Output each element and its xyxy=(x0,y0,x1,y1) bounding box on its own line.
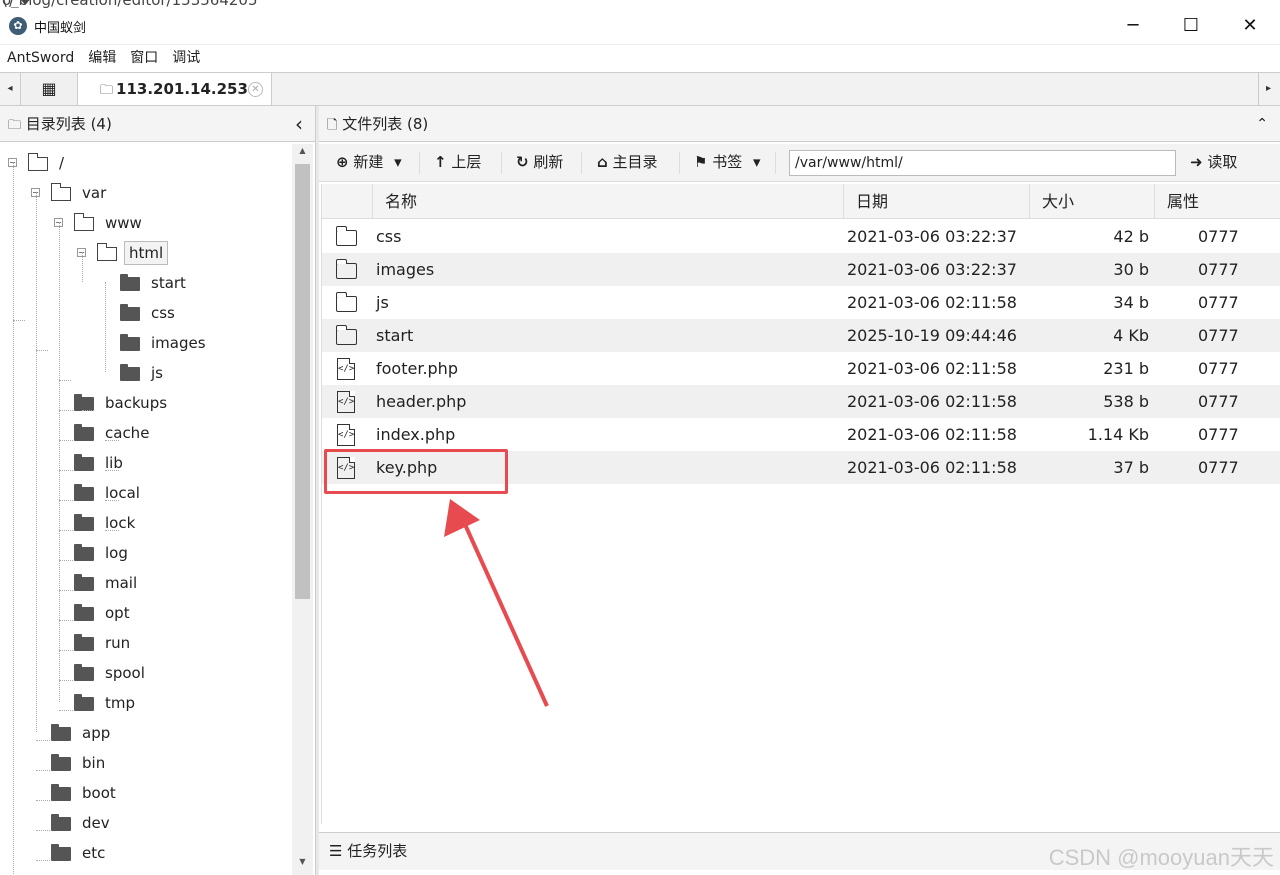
watermark: CSDN @mooyuan天天 xyxy=(1048,845,1274,870)
list-icon: ☰ xyxy=(329,842,343,860)
arrow-head xyxy=(444,499,480,537)
annotation-arrow xyxy=(444,499,549,707)
task-list-label: 任务列表 xyxy=(347,842,408,860)
arrow-shaft xyxy=(461,519,549,707)
